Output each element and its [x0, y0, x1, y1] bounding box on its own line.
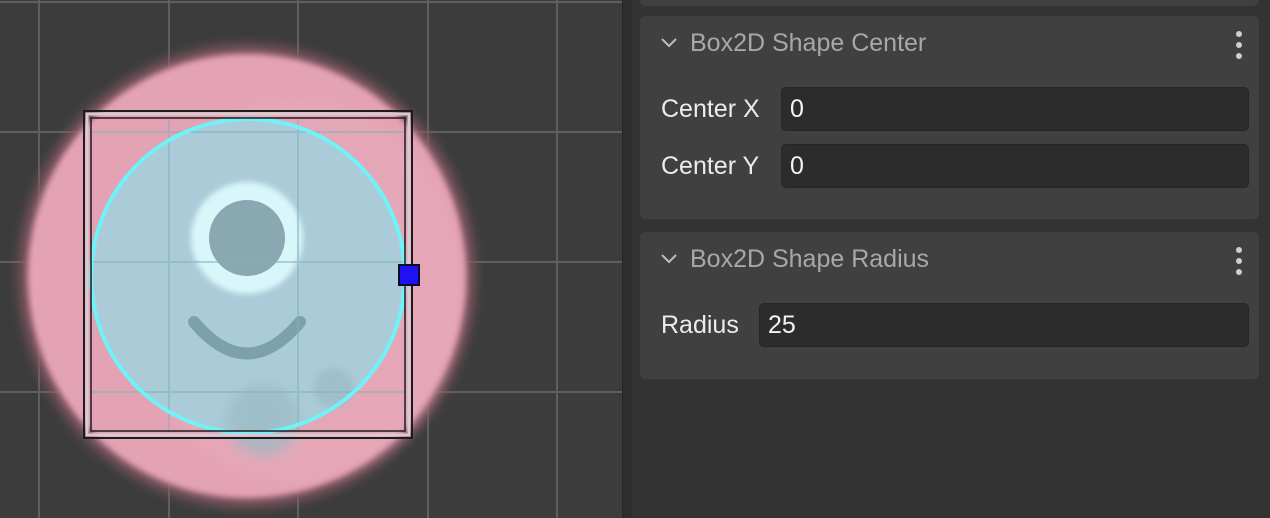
center-x-input[interactable]: [781, 87, 1249, 131]
bubble-shape: [227, 384, 299, 456]
chevron-down-icon[interactable]: [660, 253, 678, 265]
shape-center-header[interactable]: Box2D Shape Center: [640, 16, 1259, 72]
editor-window: Box2D Shape Center Center X Center Y Box…: [0, 0, 1270, 518]
bubble-shape: [314, 368, 354, 408]
previous-behavior-card: [640, 0, 1259, 6]
shape-radius-header[interactable]: Box2D Shape Radius: [640, 232, 1259, 288]
eye-pupil-shape: [209, 200, 285, 276]
scene-canvas[interactable]: [0, 0, 622, 518]
center-y-input[interactable]: [781, 144, 1249, 188]
kebab-menu-icon[interactable]: [1235, 247, 1243, 275]
resize-handle-icon[interactable]: [398, 264, 420, 286]
scene-viewport[interactable]: [0, 0, 622, 518]
shape-center-title: Box2D Shape Center: [690, 29, 927, 57]
center-y-label: Center Y: [661, 152, 760, 180]
shape-radius-card: Box2D Shape Radius Radius: [640, 232, 1259, 379]
shape-radius-title: Box2D Shape Radius: [690, 245, 930, 273]
radius-input[interactable]: [759, 303, 1249, 347]
chevron-down-icon[interactable]: [660, 37, 678, 49]
kebab-menu-icon[interactable]: [1235, 31, 1243, 59]
center-x-label: Center X: [661, 95, 760, 123]
inspector-panel: Box2D Shape Center Center X Center Y Box…: [632, 0, 1270, 518]
shape-center-card: Box2D Shape Center Center X Center Y: [640, 16, 1259, 219]
panel-splitter[interactable]: [622, 0, 632, 518]
radius-label: Radius: [661, 311, 739, 339]
